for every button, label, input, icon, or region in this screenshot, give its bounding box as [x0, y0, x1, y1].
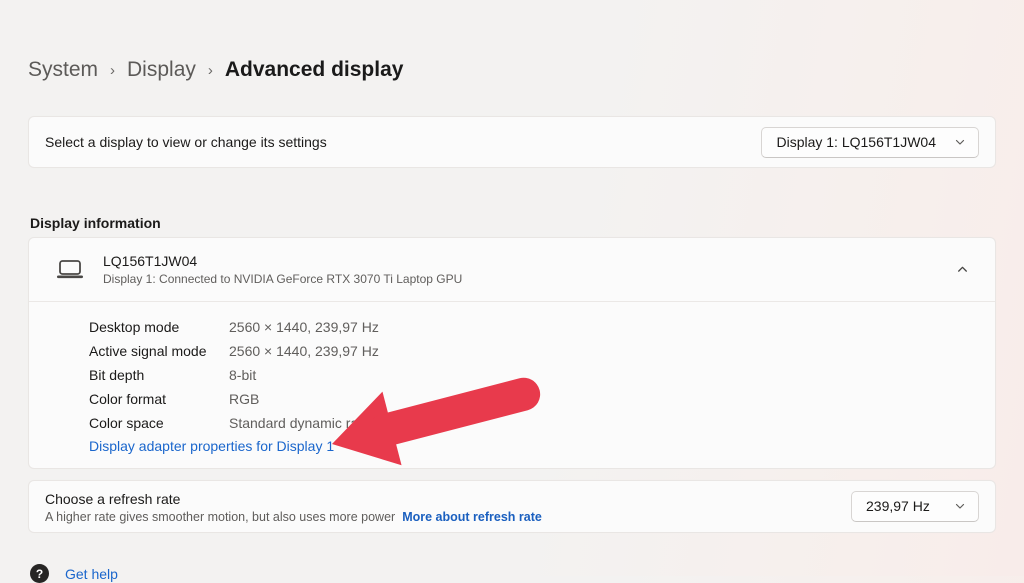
- refresh-rate-texts: Choose a refresh rate A higher rate give…: [45, 489, 542, 524]
- detail-value: 8-bit: [229, 363, 256, 387]
- refresh-rate-subtitle: A higher rate gives smoother motion, but…: [45, 510, 395, 524]
- display-information-heading: Display information: [30, 213, 996, 233]
- breadcrumb: System › Display › Advanced display: [28, 0, 996, 84]
- detail-row-bit-depth: Bit depth 8-bit: [89, 363, 979, 387]
- detail-label: Color space: [89, 411, 229, 435]
- breadcrumb-separator-icon: ›: [208, 57, 213, 85]
- laptop-icon: [53, 255, 87, 285]
- display-expander-header[interactable]: LQ156T1JW04 Display 1: Connected to NVID…: [29, 238, 995, 301]
- display-select-dropdown[interactable]: Display 1: LQ156T1JW04: [761, 127, 979, 158]
- display-model-title: LQ156T1JW04: [103, 252, 947, 270]
- refresh-rate-card: Choose a refresh rate A higher rate give…: [28, 480, 996, 533]
- chevron-down-icon: [954, 136, 966, 148]
- detail-label: Bit depth: [89, 363, 229, 387]
- display-connection-subtitle: Display 1: Connected to NVIDIA GeForce R…: [103, 271, 947, 287]
- display-adapter-properties-link[interactable]: Display adapter properties for Display 1: [89, 435, 334, 458]
- detail-value: RGB: [229, 387, 259, 411]
- display-select-value: Display 1: LQ156T1JW04: [776, 134, 936, 150]
- refresh-rate-title: Choose a refresh rate: [45, 489, 542, 509]
- chevron-down-icon: [954, 500, 966, 512]
- refresh-rate-dropdown[interactable]: 239,97 Hz: [851, 491, 979, 522]
- detail-label: Active signal mode: [89, 339, 229, 363]
- detail-row-desktop-mode: Desktop mode 2560 × 1440, 239,97 Hz: [89, 315, 979, 339]
- detail-value: 2560 × 1440, 239,97 Hz: [229, 339, 379, 363]
- chevron-up-icon[interactable]: [947, 255, 977, 285]
- display-details: Desktop mode 2560 × 1440, 239,97 Hz Acti…: [29, 302, 995, 468]
- select-display-label: Select a display to view or change its s…: [45, 134, 327, 150]
- breadcrumb-display[interactable]: Display: [127, 56, 196, 84]
- refresh-rate-value: 239,97 Hz: [866, 498, 930, 514]
- more-about-refresh-rate-link[interactable]: More about refresh rate: [402, 510, 542, 524]
- detail-label: Color format: [89, 387, 229, 411]
- display-expander-titles: LQ156T1JW04 Display 1: Connected to NVID…: [103, 252, 947, 287]
- get-help-icon: ?: [30, 564, 49, 583]
- get-help-link[interactable]: Get help: [65, 566, 118, 582]
- detail-row-color-space: Color space Standard dynamic ran: [89, 411, 979, 435]
- breadcrumb-separator-icon: ›: [110, 57, 115, 85]
- select-display-card: Select a display to view or change its s…: [28, 116, 996, 168]
- detail-value: 2560 × 1440, 239,97 Hz: [229, 315, 379, 339]
- detail-value: Standard dynamic ran: [229, 411, 366, 435]
- display-information-card: LQ156T1JW04 Display 1: Connected to NVID…: [28, 237, 996, 469]
- breadcrumb-system[interactable]: System: [28, 56, 98, 84]
- detail-label: Desktop mode: [89, 315, 229, 339]
- footer: ? Get help: [30, 564, 118, 583]
- advanced-display-page: System › Display › Advanced display Sele…: [0, 0, 1024, 533]
- detail-row-color-format: Color format RGB: [89, 387, 979, 411]
- detail-row-active-signal-mode: Active signal mode 2560 × 1440, 239,97 H…: [89, 339, 979, 363]
- breadcrumb-current-advanced-display: Advanced display: [225, 56, 404, 84]
